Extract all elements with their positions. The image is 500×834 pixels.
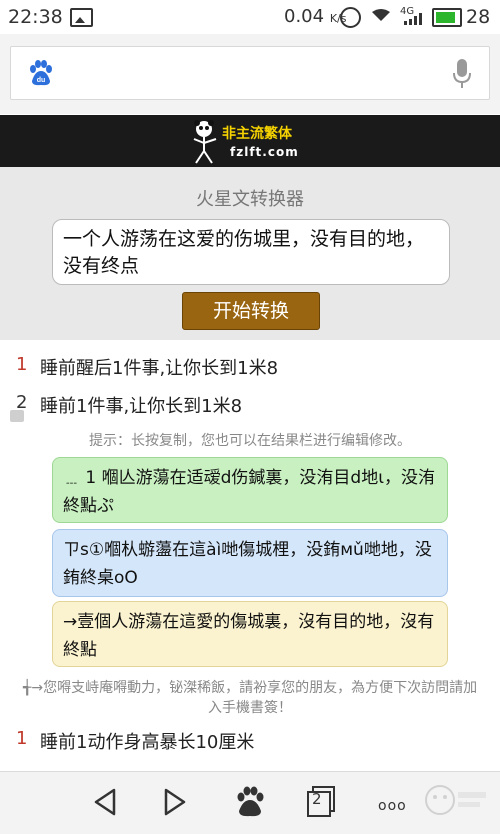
browser-toolbar: du [0,34,500,114]
baidu-home-icon[interactable] [234,786,266,818]
watermark-icon [425,785,486,815]
item-number: 1 [16,354,28,375]
item-text[interactable]: 睡前1件事,让你长到1米8 [40,392,242,418]
battery-icon [432,8,462,27]
menu-button[interactable]: ooo [378,798,407,814]
tabs-count: 2 [312,790,322,808]
status-bar: 22:38 0.04 K/s 4G 28 [0,0,500,34]
footer-note: ╅→您嘚支峙庵嘚動力，铋滐稀飯，請衯享您的朋友，為方便下次訪問請加入手機書簽！ [22,680,478,716]
site-banner[interactable]: 非主流繁体 fzlft.com [0,115,500,167]
convert-button[interactable]: 开始转换 [182,292,320,330]
converter-title: 火星文转换器 [196,189,304,210]
list-item[interactable]: 1 睡前1动作身高暴长10厘米 [0,728,500,758]
item-text[interactable]: 睡前醒后1件事,让你长到1米8 [40,354,278,380]
forward-arrow-icon[interactable] [160,787,190,817]
result-card-2[interactable]: ㄗs①嗰朲蝣蘯在這àì哋傷城梩，没銪мǔ哋地，没銪終桌oO [52,529,448,597]
result-card-1[interactable]: ﹍ 1 嗰亾游蕩在适叆d伤鍼裏，没洧目d地ι，没洧終點ぷ [52,457,448,523]
alarm-icon [340,7,361,28]
battery-percent: 28 [466,6,491,28]
hint-text: 提示：长按复制，您也可以在结果栏进行编辑修改。 [89,433,411,449]
signal-icon [404,13,422,25]
back-arrow-icon[interactable] [90,787,120,817]
svg-text:du: du [37,77,46,84]
network-speed: 0.04 K/s [284,6,347,27]
search-input[interactable]: du [10,46,490,100]
banner-url: fzlft.com [230,145,299,159]
list-item[interactable]: 1 睡前醒后1件事,让你长到1米8 [0,354,500,384]
image-notification-icon [70,8,93,27]
list-item[interactable]: 2 睡前1件事,让你长到1米8 [0,392,500,422]
result-card-3[interactable]: →壹個人游蕩在這愛的傷城裏，沒有目的地，沒有終點 [52,601,448,667]
clock: 22:38 [8,6,63,28]
item-text[interactable]: 睡前1动作身高暴长10厘米 [40,728,254,754]
source-text-input[interactable]: 一个人游荡在这爱的伤城里，没有目的地，没有终点 [52,219,450,285]
converter-panel: 火星文转换器 一个人游荡在这爱的伤城里，没有目的地，没有终点 开始转换 [0,167,500,340]
wifi-icon [372,9,390,21]
image-placeholder-icon [10,410,24,422]
item-number: 1 [16,728,28,749]
microphone-icon[interactable] [453,59,471,89]
baidu-paw-icon: du [30,60,52,86]
banner-title: 非主流繁体 [222,126,292,142]
